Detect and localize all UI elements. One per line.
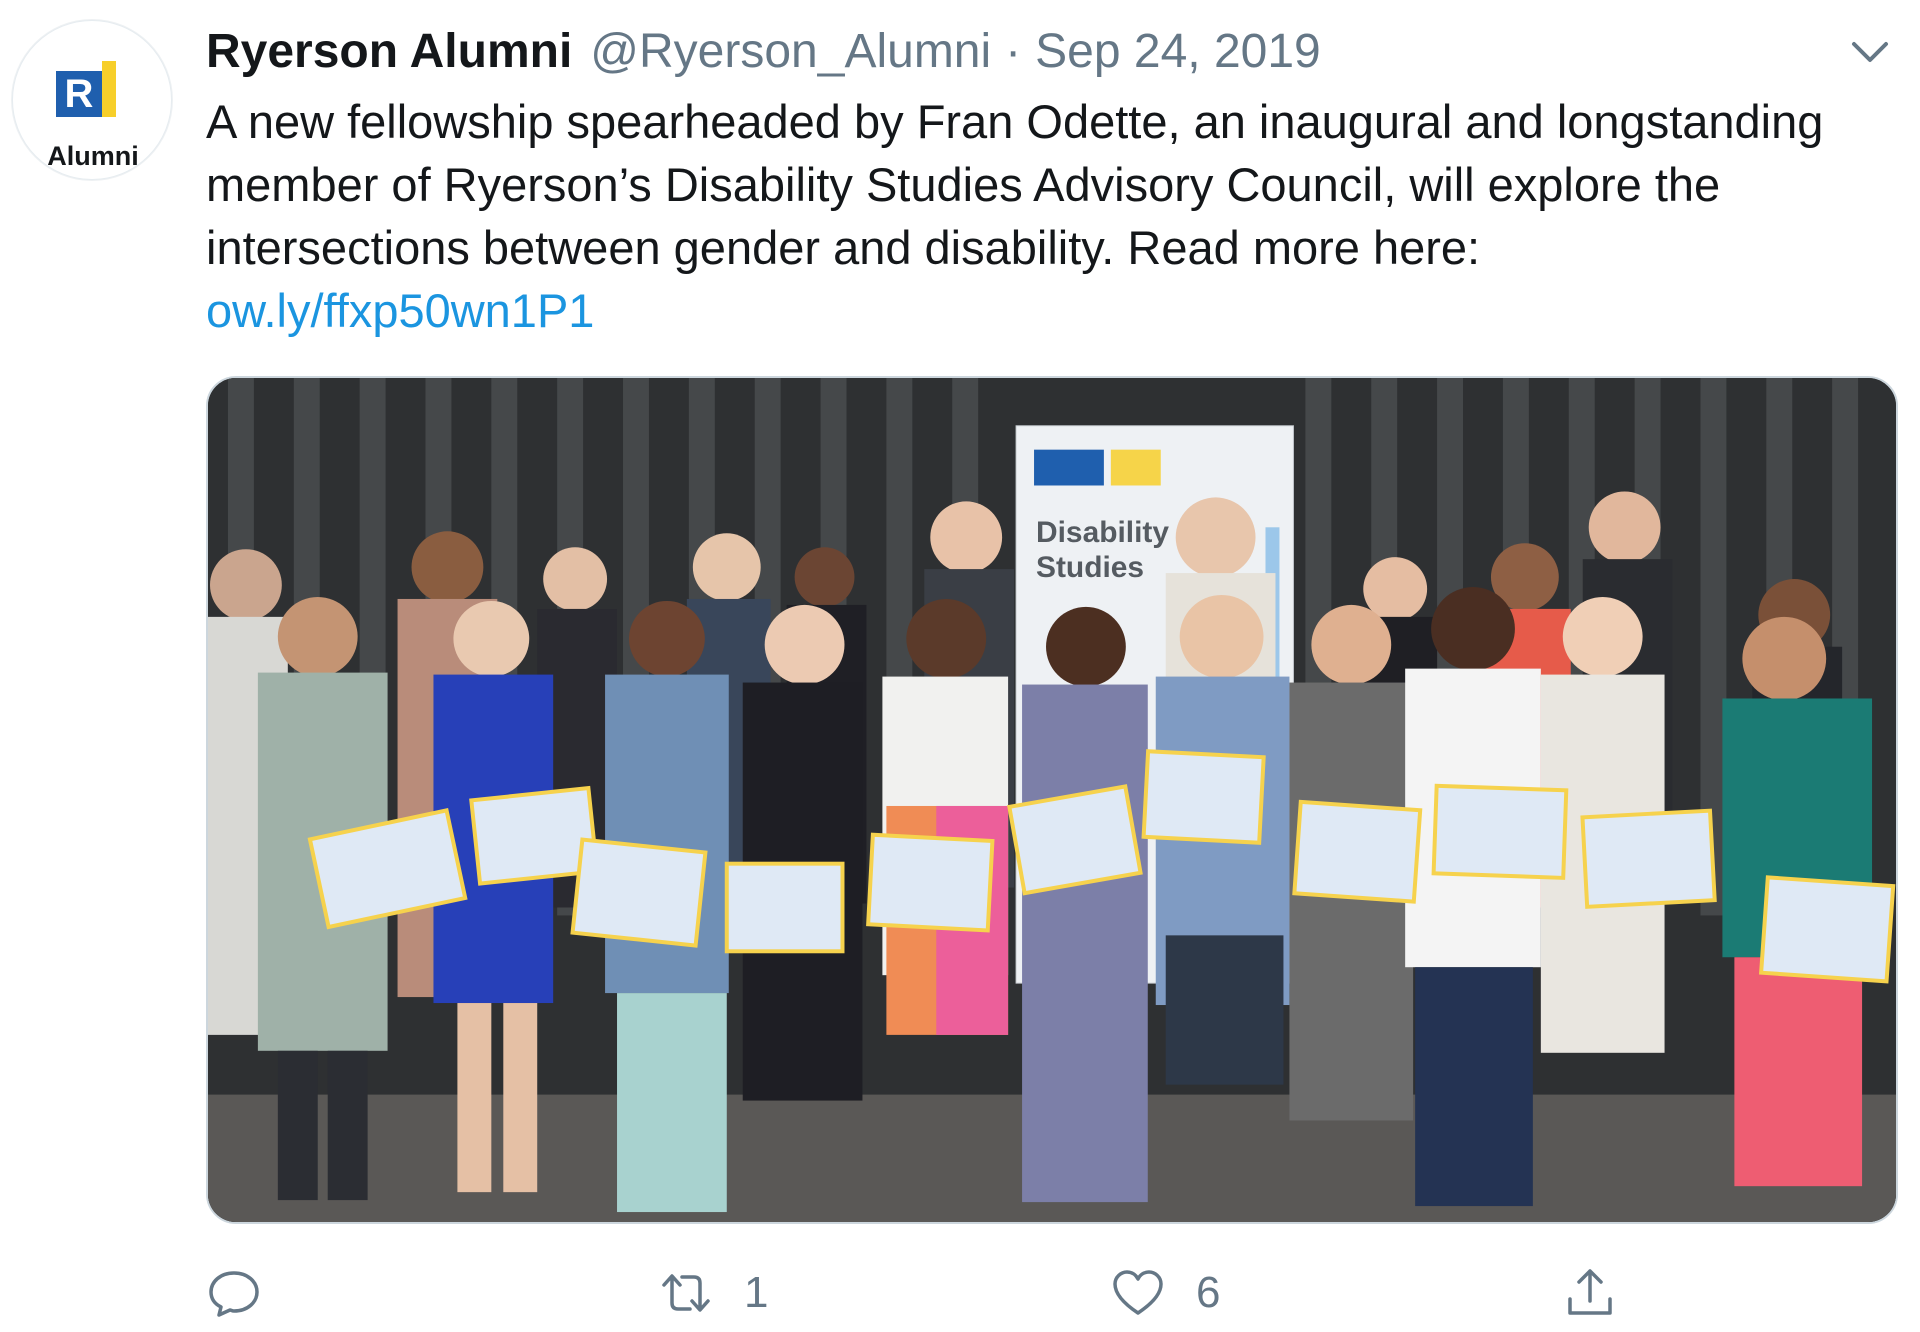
banner-line-1: Disability	[1036, 516, 1169, 549]
chevron-down-icon[interactable]	[1848, 34, 1892, 70]
tweet-card[interactable]: R Alumni Ryerson Alumni @Ryerson_Alumni …	[0, 0, 1920, 1332]
logo-letter: R	[56, 71, 102, 117]
separator-dot: ·	[1005, 25, 1022, 78]
retweet-count: 1	[744, 1268, 769, 1317]
avatar-label: Alumni	[47, 141, 139, 171]
display-name[interactable]: Ryerson Alumni	[206, 24, 572, 79]
tweet-text: A new fellowship spearheaded by Fran Ode…	[206, 90, 1906, 342]
retweet-button[interactable]: 1	[658, 1258, 768, 1328]
tweet-link[interactable]: ow.ly/ffxp50wn1P1	[206, 279, 594, 342]
reply-button[interactable]	[206, 1258, 292, 1328]
user-handle[interactable]: @Ryerson_Alumni	[590, 24, 991, 79]
like-button[interactable]: 6	[1110, 1258, 1220, 1328]
tweet-photo[interactable]: Disability Studies	[206, 376, 1898, 1224]
share-icon	[1568, 1269, 1612, 1315]
avatar[interactable]: R Alumni	[12, 20, 172, 180]
ryerson-logo: R	[56, 61, 134, 129]
heart-icon	[1113, 1270, 1163, 1315]
banner-line-2: Studies	[1036, 551, 1144, 584]
logo-bar	[102, 61, 116, 117]
share-button[interactable]	[1562, 1258, 1648, 1328]
tweet-body: A new fellowship spearheaded by Fran Ode…	[206, 95, 1824, 274]
group-photo-illustration: Disability Studies	[208, 378, 1896, 1222]
tweet-actions: 1 6	[206, 1258, 1906, 1328]
tweet-header: Ryerson Alumni @Ryerson_Alumni · Sep 24,…	[206, 24, 1321, 84]
tweet-date[interactable]: Sep 24, 2019	[1035, 24, 1321, 79]
like-count: 6	[1196, 1268, 1221, 1317]
reply-icon	[209, 1271, 259, 1317]
retweet-icon	[662, 1274, 710, 1312]
